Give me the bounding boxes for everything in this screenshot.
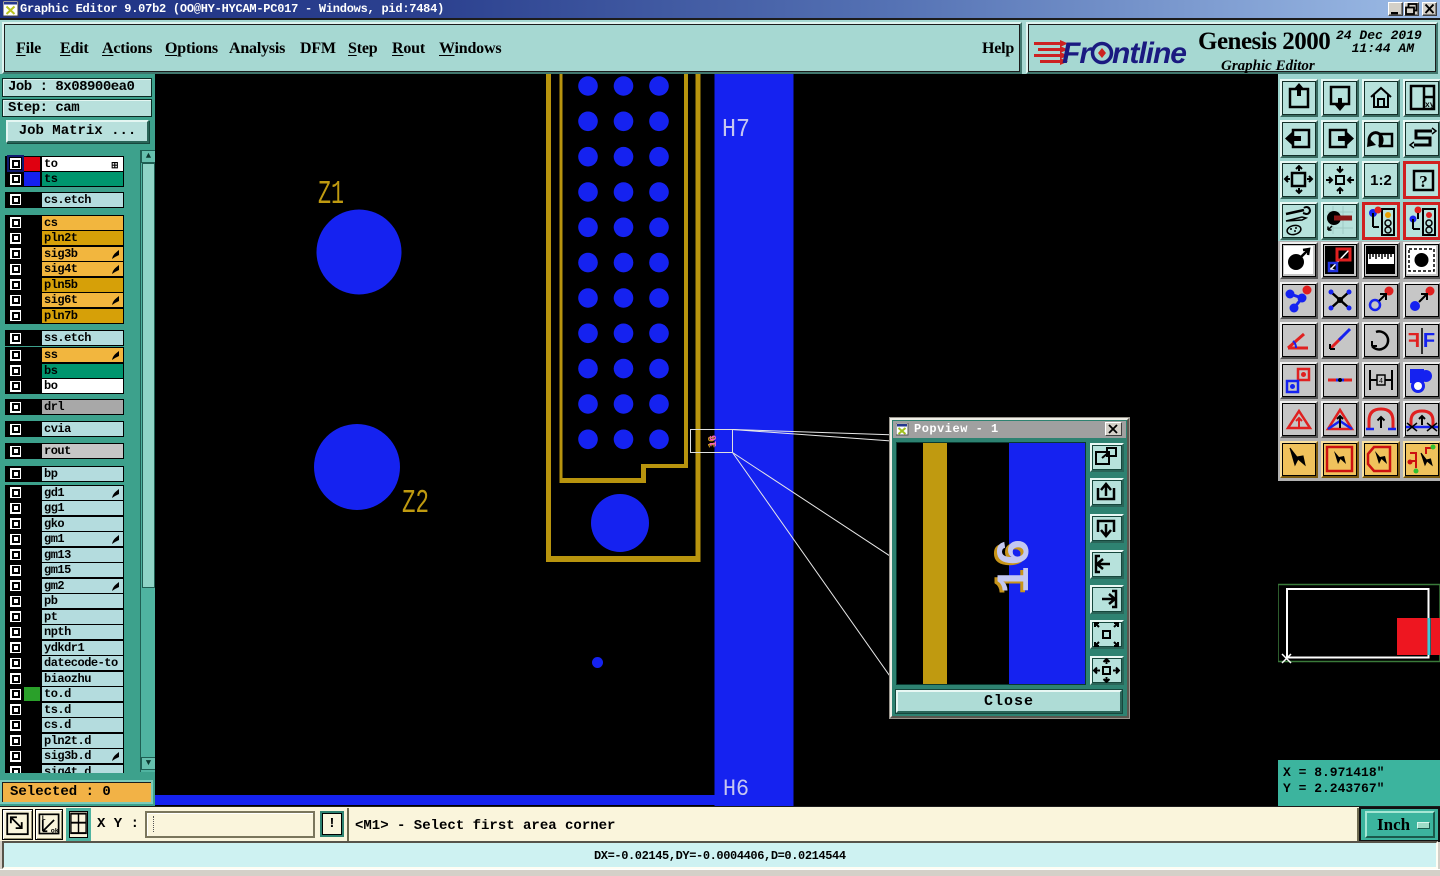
svg-text:F: F — [1423, 330, 1435, 352]
svg-text:ok: ok — [51, 827, 59, 835]
svg-text:xy: xy — [1425, 101, 1435, 110]
svg-text:16: 16 — [709, 435, 720, 447]
svg-text:H6: H6 — [723, 776, 749, 802]
svg-text:16: 16 — [990, 538, 1042, 593]
svg-text:L: L — [42, 815, 46, 823]
svg-text:Fr: Fr — [1062, 37, 1093, 68]
svg-text:F: F — [1408, 330, 1420, 352]
svg-text:H7: H7 — [722, 114, 750, 144]
svg-text:Z1: Z1 — [318, 176, 344, 213]
svg-text:1:2: 1:2 — [1370, 172, 1392, 189]
svg-text:ntline: ntline — [1112, 37, 1186, 68]
svg-text:4: 4 — [1379, 378, 1383, 386]
svg-text:?: ? — [1419, 172, 1428, 191]
svg-text:Z2: Z2 — [402, 485, 429, 522]
